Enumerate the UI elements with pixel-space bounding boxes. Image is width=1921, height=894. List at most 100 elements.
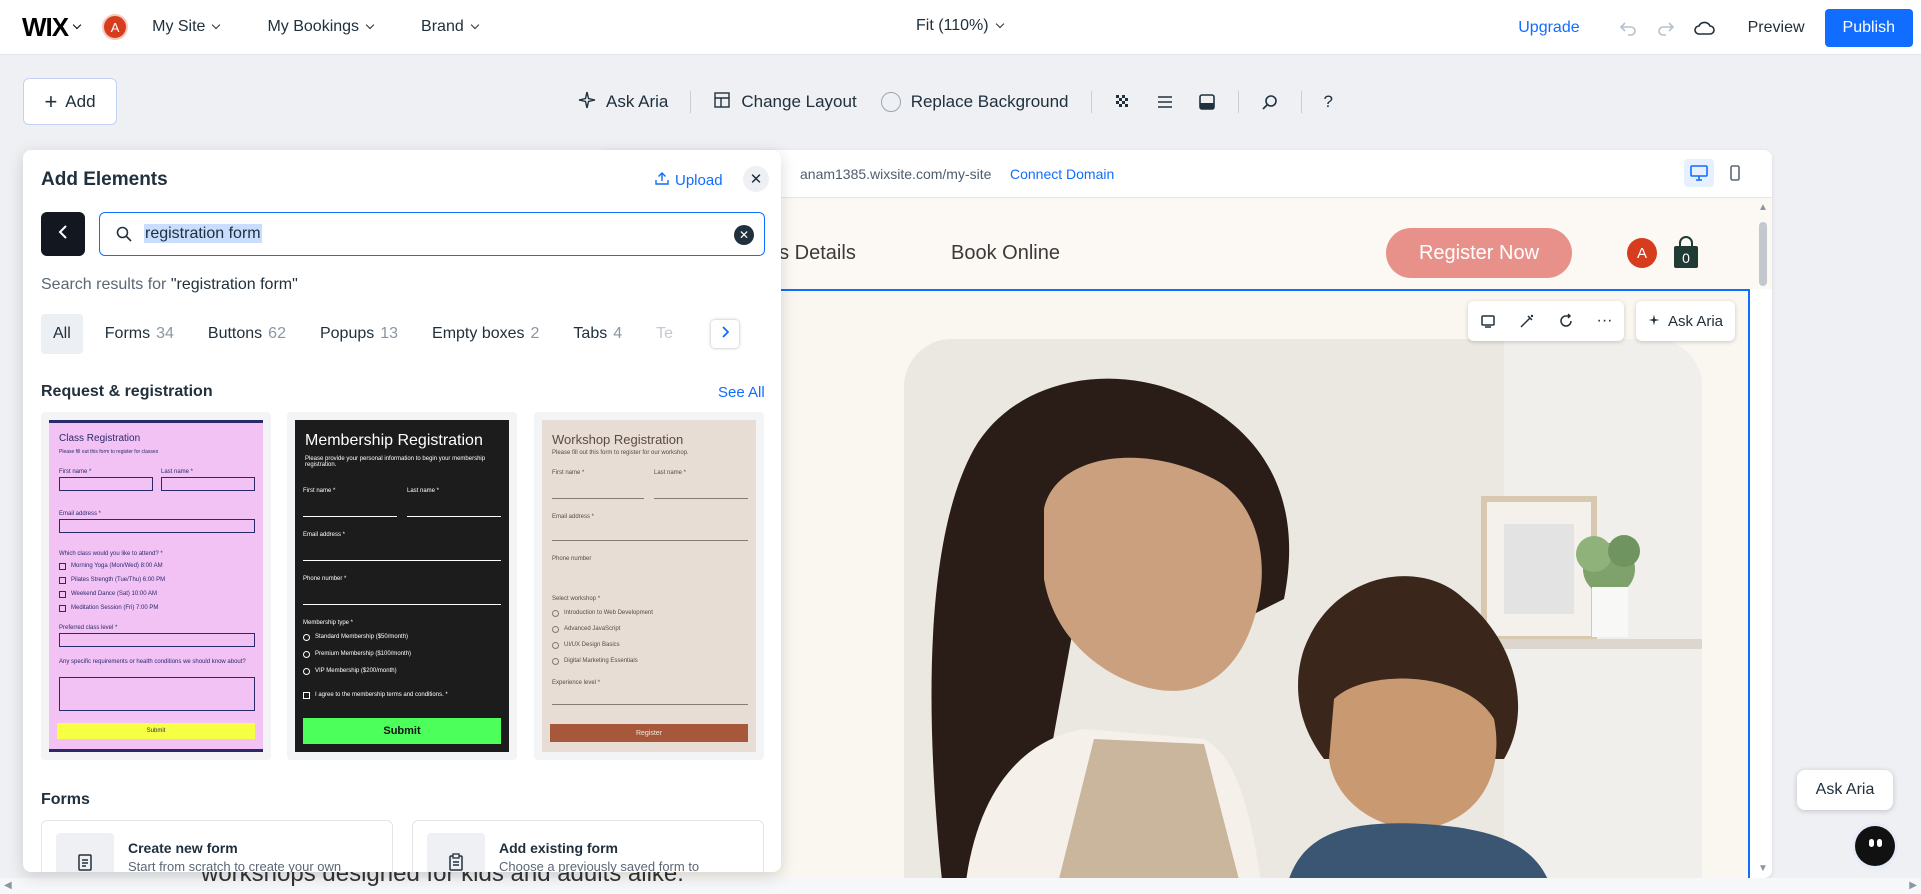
- top-bar: WIX A My Site My Bookings Brand Fit (110…: [0, 0, 1921, 55]
- layout-icon: [713, 91, 731, 114]
- radio: [552, 658, 559, 665]
- tab-buttons[interactable]: Buttons 62: [196, 314, 298, 354]
- panel-title: Add Elements: [41, 169, 168, 190]
- cloud-save-icon[interactable]: [1692, 16, 1716, 40]
- field-label: Email address *: [303, 532, 346, 538]
- field-label: Phone number *: [303, 576, 347, 582]
- tab-forms[interactable]: Forms 34: [93, 314, 186, 354]
- tab-all[interactable]: All: [41, 314, 83, 354]
- hero-image[interactable]: [904, 339, 1702, 878]
- field-label: Any specific requirements or health cond…: [59, 659, 246, 665]
- search-inspect-icon[interactable]: [1249, 93, 1291, 111]
- tab-count: 2: [530, 325, 540, 342]
- radio: [552, 626, 559, 633]
- chevron-down-icon: [995, 19, 1004, 29]
- see-all-link[interactable]: See All: [718, 384, 765, 401]
- more-options-icon[interactable]: ···: [1585, 301, 1624, 341]
- tab-count: 4: [613, 325, 623, 342]
- upload-label: Upload: [675, 171, 723, 189]
- field-box: [59, 477, 153, 491]
- section-settings-icon[interactable]: [1468, 301, 1507, 341]
- back-button[interactable]: [41, 212, 85, 256]
- ask-aria-button[interactable]: Ask Aria: [566, 91, 680, 114]
- menu-brand[interactable]: Brand: [421, 18, 479, 36]
- preview-button[interactable]: Preview: [1748, 19, 1805, 37]
- undo-icon[interactable]: [1616, 16, 1640, 40]
- register-now-button[interactable]: Register Now: [1386, 228, 1572, 278]
- publish-button[interactable]: Publish: [1824, 9, 1913, 47]
- tab-text-partial[interactable]: Te: [644, 314, 685, 354]
- canvas-vertical-scrollbar[interactable]: ▲ ▼: [1758, 202, 1768, 874]
- design-wand-icon[interactable]: [1507, 301, 1546, 341]
- add-elements-button[interactable]: + Add: [23, 78, 117, 125]
- option-label: Standard Membership ($50/month): [315, 634, 409, 640]
- device-toggle: [1684, 159, 1750, 187]
- option-label: I agree to the membership terms and cond…: [315, 692, 448, 698]
- connect-domain-link[interactable]: Connect Domain: [1010, 166, 1114, 182]
- form-subtitle: Please fill out this form to register fo…: [552, 450, 689, 456]
- site-member-avatar[interactable]: A: [1627, 238, 1657, 268]
- field-box: [59, 677, 255, 711]
- form-preview: Workshop Registration Please fill out th…: [542, 420, 756, 752]
- tabs-scroll-right-button[interactable]: [711, 320, 739, 348]
- upgrade-link[interactable]: Upgrade: [1518, 19, 1579, 37]
- saved-form-icon: [427, 833, 485, 872]
- pattern-icon[interactable]: [1102, 93, 1144, 111]
- section-layout-icon[interactable]: [1186, 93, 1228, 111]
- help-icon: ?: [1323, 92, 1333, 111]
- ask-aria-chip[interactable]: Ask Aria: [1797, 770, 1893, 810]
- form-preview: Class Registration Please fill out this …: [49, 420, 263, 752]
- tab-tabs[interactable]: Tabs 4: [561, 314, 634, 354]
- search-icon: [116, 226, 132, 242]
- field-label: Experience level *: [552, 680, 601, 686]
- search-box: registration form ✕: [99, 212, 765, 256]
- search-value: registration form: [144, 224, 262, 243]
- zoom-dropdown[interactable]: Fit (110%): [916, 17, 1004, 35]
- section-ask-aria-button[interactable]: Ask Aria: [1636, 301, 1736, 341]
- upload-button[interactable]: Upload: [655, 171, 723, 189]
- chevron-down-icon: [365, 20, 375, 30]
- desktop-view-icon[interactable]: [1684, 159, 1714, 187]
- aria-assistant-icon[interactable]: [1855, 826, 1895, 866]
- tab-empty-boxes[interactable]: Empty boxes 2: [420, 314, 551, 354]
- redo-icon[interactable]: [1654, 16, 1678, 40]
- clear-search-icon[interactable]: ✕: [734, 225, 754, 245]
- wix-logo[interactable]: WIX: [22, 12, 82, 43]
- add-elements-panel: Add Elements Upload ✕ registration form …: [23, 150, 781, 872]
- avatar-letter: A: [1636, 244, 1647, 262]
- field-underline: [303, 604, 501, 605]
- menu-my-bookings[interactable]: My Bookings: [267, 18, 375, 36]
- form-template-class-registration[interactable]: Class Registration Please fill out this …: [41, 412, 271, 760]
- form-title: Membership Registration: [305, 432, 483, 449]
- mobile-view-icon[interactable]: [1720, 159, 1750, 187]
- change-layout-button[interactable]: Change Layout: [701, 91, 868, 114]
- tab-popups[interactable]: Popups 13: [308, 314, 410, 354]
- chevron-down-icon: [72, 20, 82, 30]
- field-label: Email address *: [552, 514, 595, 520]
- create-new-form-option[interactable]: Create new form Start from scratch to cr…: [41, 820, 393, 872]
- add-existing-form-option[interactable]: Add existing form Choose a previously sa…: [412, 820, 764, 872]
- tab-label: Te: [656, 325, 674, 342]
- avatar-letter: A: [110, 19, 120, 35]
- help-button[interactable]: ?: [1312, 92, 1345, 112]
- chevron-left-icon: [58, 224, 68, 244]
- menu-lines-icon[interactable]: [1144, 93, 1186, 111]
- replace-background-button[interactable]: Replace Background: [869, 92, 1081, 112]
- field-label: First name *: [59, 469, 92, 475]
- close-icon[interactable]: ✕: [743, 166, 769, 192]
- cart-icon[interactable]: 0: [1672, 236, 1700, 270]
- animation-icon[interactable]: [1546, 301, 1585, 341]
- menu-my-site[interactable]: My Site: [152, 18, 221, 36]
- scroll-thumb[interactable]: [1759, 222, 1767, 286]
- form-submit-button: Register: [550, 724, 748, 742]
- account-avatar[interactable]: A: [102, 14, 129, 40]
- nav-book-online[interactable]: Book Online: [951, 242, 1060, 265]
- chevron-down-icon: [212, 20, 221, 30]
- form-template-workshop-registration[interactable]: Workshop Registration Please fill out th…: [534, 412, 764, 760]
- field-label: Phone number: [552, 556, 592, 562]
- search-input[interactable]: registration form: [144, 224, 262, 243]
- option-label: Digital Marketing Essentials: [564, 658, 638, 664]
- tab-label: Forms: [104, 325, 151, 342]
- option-label: Introduction to Web Development: [564, 610, 653, 616]
- form-template-membership-registration[interactable]: Membership Registration Please provide y…: [287, 412, 517, 760]
